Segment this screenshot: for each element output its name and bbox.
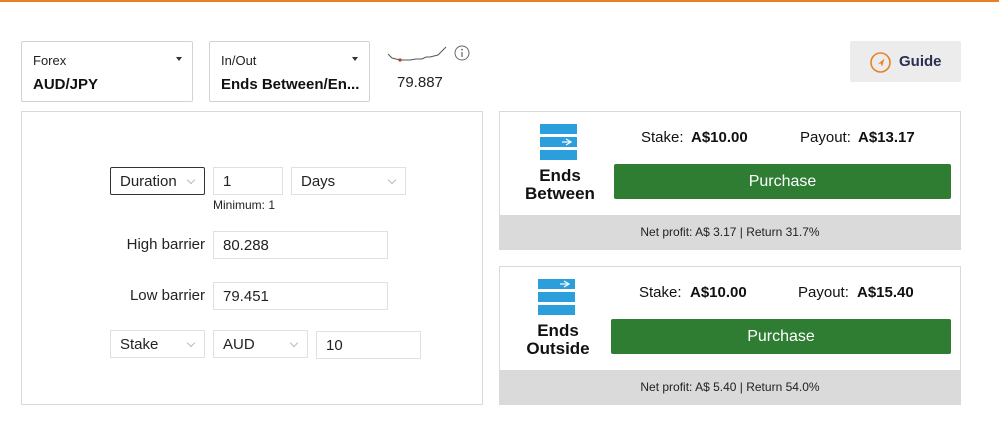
stake-value: A$10.00 bbox=[690, 284, 747, 301]
payout-value: A$15.40 bbox=[857, 284, 914, 301]
amount-input[interactable]: 10 bbox=[316, 331, 421, 359]
payout-label: Payout: bbox=[800, 129, 851, 146]
sparkline-icon bbox=[387, 46, 447, 62]
duration-unit-value: Days bbox=[301, 173, 336, 190]
ends-between-icon bbox=[540, 124, 577, 160]
low-barrier-value: 79.451 bbox=[223, 288, 269, 305]
duration-type-select[interactable]: Duration bbox=[110, 167, 205, 195]
high-barrier-value: 80.288 bbox=[223, 237, 269, 254]
info-icon[interactable] bbox=[454, 45, 470, 61]
guide-label: Guide bbox=[899, 53, 942, 70]
purchase-button[interactable]: Purchase bbox=[614, 164, 951, 199]
caret-down-icon bbox=[176, 57, 182, 61]
high-barrier-label: High barrier bbox=[126, 236, 205, 253]
contract-name: Ends Outside bbox=[508, 322, 608, 358]
contract-name-line2: Between bbox=[525, 184, 595, 203]
duration-unit-select[interactable]: Days bbox=[291, 167, 406, 195]
contract-name-line2: Outside bbox=[526, 339, 590, 358]
duration-input[interactable]: 1 bbox=[213, 167, 283, 195]
guide-button[interactable]: Guide bbox=[850, 41, 961, 82]
chevron-down-icon bbox=[387, 175, 397, 185]
net-profit-info: Net profit: A$ 3.17 | Return 31.7% bbox=[500, 215, 960, 249]
payout-value: A$13.17 bbox=[858, 129, 915, 146]
purchase-button[interactable]: Purchase bbox=[611, 319, 951, 354]
amount-type-value: Stake bbox=[120, 336, 159, 353]
market-category: Forex bbox=[33, 53, 67, 68]
chevron-down-icon bbox=[186, 338, 196, 348]
contract-name-line1: Ends bbox=[537, 321, 579, 340]
trade-type-selector[interactable]: In/Out Ends Between/En... bbox=[209, 41, 370, 102]
trade-type-name: Ends Between/En... bbox=[221, 76, 360, 93]
caret-down-icon bbox=[352, 57, 358, 61]
amount-type-select[interactable]: Stake bbox=[110, 330, 205, 358]
market-selector[interactable]: Forex AUD/JPY bbox=[21, 41, 193, 102]
contract-name: Ends Between bbox=[510, 167, 610, 203]
stake-value: A$10.00 bbox=[691, 129, 748, 146]
chevron-down-icon bbox=[289, 338, 299, 348]
net-profit-info: Net profit: A$ 5.40 | Return 54.0% bbox=[500, 370, 960, 404]
currency-select[interactable]: AUD bbox=[213, 330, 308, 358]
play-icon bbox=[870, 52, 891, 73]
spot-price: 79.887 bbox=[397, 74, 443, 91]
market-name: AUD/JPY bbox=[33, 76, 99, 93]
chevron-down-icon bbox=[186, 175, 196, 185]
duration-minimum-note: Minimum: 1 bbox=[213, 198, 276, 212]
stake-label: Stake: bbox=[639, 284, 682, 301]
contract-name-line1: Ends bbox=[539, 166, 581, 185]
ends-outside-icon bbox=[538, 279, 575, 315]
low-barrier-label: Low barrier bbox=[129, 287, 205, 304]
trade-type-category: In/Out bbox=[221, 53, 257, 68]
duration-value: 1 bbox=[223, 173, 232, 190]
currency-value: AUD bbox=[223, 336, 255, 353]
contract-card-ends-between: Ends Between Stake: A$10.00 Payout: A$13… bbox=[499, 111, 961, 250]
low-barrier-input[interactable]: 79.451 bbox=[213, 282, 388, 310]
duration-type-value: Duration bbox=[120, 173, 177, 190]
payout-label: Payout: bbox=[798, 284, 849, 301]
amount-value: 10 bbox=[326, 337, 343, 354]
high-barrier-input[interactable]: 80.288 bbox=[213, 231, 388, 259]
top-accent-bar bbox=[0, 0, 999, 2]
stake-label: Stake: bbox=[641, 129, 684, 146]
contract-card-ends-outside: Ends Outside Stake: A$10.00 Payout: A$15… bbox=[499, 266, 961, 405]
